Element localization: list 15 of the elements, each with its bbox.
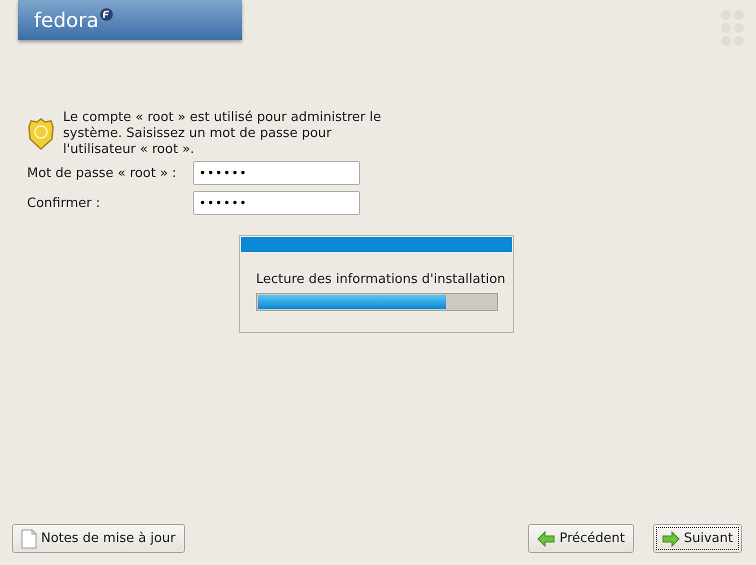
password-field[interactable]: •••••• <box>193 191 360 215</box>
progress-message: Lecture des informations d'installation <box>256 272 506 287</box>
release-notes-button[interactable]: Notes de mise à jour <box>12 524 184 553</box>
field-label: Confirmer : <box>27 196 102 210</box>
next-button[interactable]: Suivant <box>652 524 742 553</box>
fedora-logo-icon <box>100 8 113 21</box>
left-arrow-icon <box>537 530 556 546</box>
back-button[interactable]: Précédent <box>528 524 634 553</box>
field-label: Mot de passe « root » : <box>27 166 178 180</box>
logo-text: fedora <box>34 8 99 32</box>
password-field[interactable]: •••••• <box>193 161 360 185</box>
description-text: Le compte « root » est utilisé pour administrer le système. Saisissez un mot de passe pour l'utilisateur « root ». <box>63 110 382 158</box>
document-icon <box>21 528 37 548</box>
shield-icon <box>27 117 55 151</box>
right-arrow-icon <box>662 530 680 546</box>
